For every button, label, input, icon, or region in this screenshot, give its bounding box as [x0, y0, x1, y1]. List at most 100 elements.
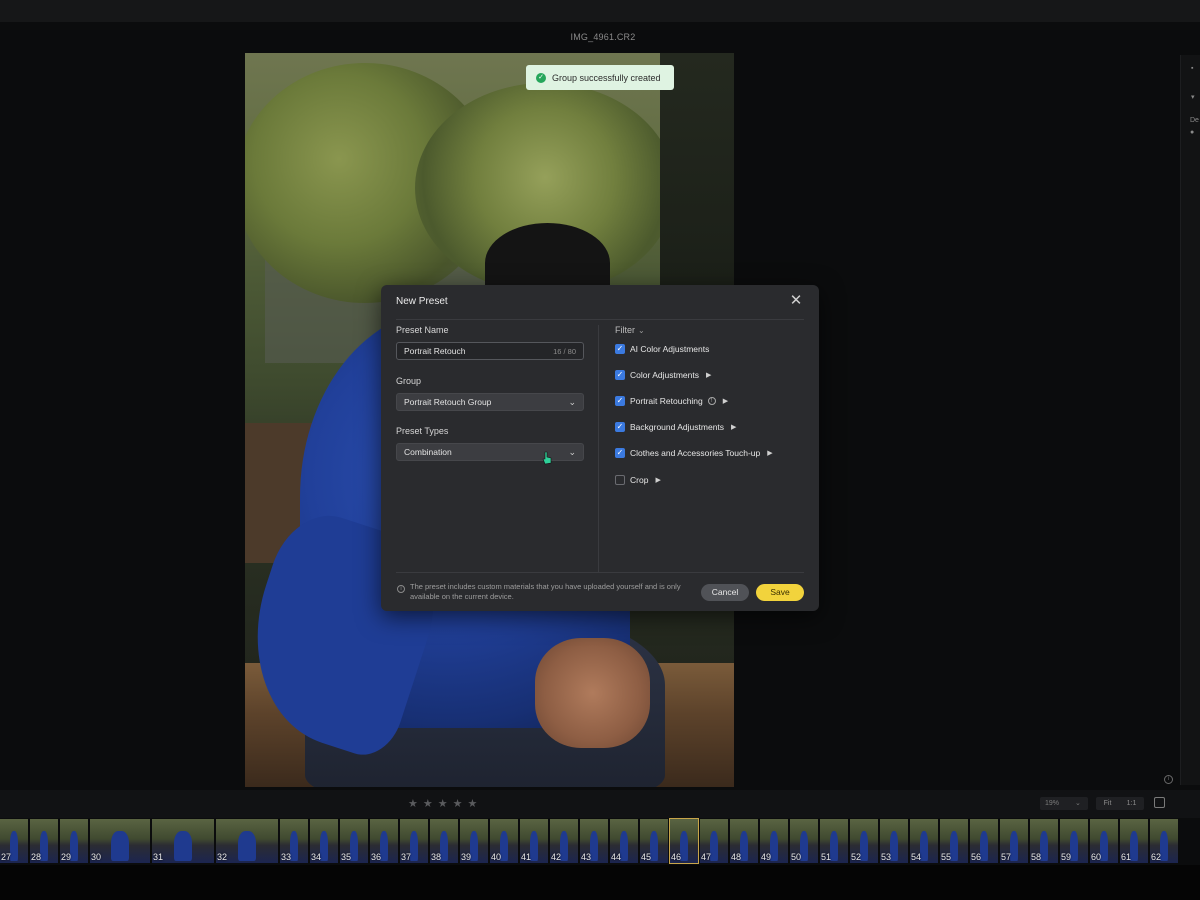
expand-arrow-icon[interactable]: ▶ [723, 397, 728, 405]
compare-view-icon[interactable] [1154, 797, 1165, 808]
checkbox-checked-icon[interactable]: ✓ [615, 396, 625, 406]
filmstrip-thumbnail[interactable]: 57 [1000, 819, 1028, 863]
right-panel-edge: ▪ ▾ De ● [1180, 55, 1200, 785]
frame-number: 59 [1061, 852, 1072, 862]
frame-number: 35 [341, 852, 352, 862]
divider [396, 319, 804, 320]
filmstrip-thumbnail[interactable]: 62 [1150, 819, 1178, 863]
thumbnail-image [379, 831, 389, 861]
filmstrip-thumbnail[interactable]: 34 [310, 819, 338, 863]
chevron-down-icon: ⌄ [638, 325, 645, 335]
filmstrip-thumbnail[interactable]: 52 [850, 819, 878, 863]
frame-number: 48 [731, 852, 742, 862]
preset-name-value: Portrait Retouch [404, 346, 466, 356]
filmstrip-thumbnail[interactable]: 39 [460, 819, 488, 863]
preset-types-select[interactable]: Combination ⌄ [396, 443, 584, 461]
filmstrip-thumbnail[interactable]: 31 [152, 819, 214, 863]
filter-toggle[interactable]: Filter ⌄ [615, 325, 645, 335]
filmstrip-thumbnail[interactable]: 44 [610, 819, 638, 863]
group-select[interactable]: Portrait Retouch Group ⌄ [396, 393, 584, 411]
filmstrip-thumbnail[interactable]: 27 [0, 819, 28, 863]
info-icon[interactable]: ! [707, 397, 716, 405]
thumbnail-image [1039, 831, 1049, 861]
filmstrip-thumbnail[interactable]: 35 [340, 819, 368, 863]
expand-arrow-icon[interactable]: ▶ [655, 476, 660, 484]
filmstrip-thumbnail[interactable]: 28 [30, 819, 58, 863]
checkbox-checked-icon[interactable]: ✓ [615, 344, 625, 354]
expand-arrow-icon[interactable]: ▶ [706, 371, 711, 379]
preset-name-input[interactable]: Portrait Retouch 16 / 80 [396, 342, 584, 360]
filmstrip-thumbnail[interactable]: 29 [60, 819, 88, 863]
checkbox-unchecked-icon[interactable] [615, 475, 625, 485]
filmstrip-thumbnail[interactable]: 45 [640, 819, 668, 863]
thumbnail-image [349, 831, 359, 861]
filmstrip-thumbnail[interactable]: 56 [970, 819, 998, 863]
hand-cursor-icon [542, 451, 552, 465]
filter-option-color[interactable]: ✓ Color Adjustments ▶ [615, 370, 711, 380]
expand-arrow-icon[interactable]: ▶ [731, 423, 736, 431]
cancel-button[interactable]: Cancel [701, 584, 749, 601]
fit-button[interactable]: Fit [1104, 797, 1112, 810]
filter-option-clothes[interactable]: ✓ Clothes and Accessories Touch-up ▶ [615, 448, 773, 458]
thumbnail-image [409, 831, 419, 861]
option-label: Clothes and Accessories Touch-up [630, 448, 761, 458]
filmstrip-thumbnail[interactable]: 51 [820, 819, 848, 863]
frame-number: 53 [881, 852, 892, 862]
checkbox-checked-icon[interactable]: ✓ [615, 448, 625, 458]
filmstrip-thumbnail[interactable]: 46 [669, 818, 699, 864]
filter-option-background[interactable]: ✓ Background Adjustments ▶ [615, 422, 736, 432]
frame-number: 61 [1121, 852, 1132, 862]
filmstrip-thumbnail[interactable]: 55 [940, 819, 968, 863]
filter-option-crop[interactable]: Crop ▶ [615, 475, 661, 485]
frame-number: 42 [551, 852, 562, 862]
preset-name-label: Preset Name [396, 325, 449, 335]
filter-option-ai-color[interactable]: ✓ AI Color Adjustments [615, 344, 709, 354]
filmstrip-thumbnail[interactable]: 42 [550, 819, 578, 863]
star-rating[interactable]: ★★★★★ [408, 797, 482, 810]
filmstrip-thumbnail[interactable]: 59 [1060, 819, 1088, 863]
filmstrip-thumbnail[interactable]: 60 [1090, 819, 1118, 863]
preset-types-value: Combination [404, 447, 452, 457]
info-icon[interactable]: i [1164, 775, 1173, 784]
thumbnail-image [111, 831, 129, 861]
thumbnail-image [889, 831, 899, 861]
filmstrip-thumbnail[interactable]: 33 [280, 819, 308, 863]
filmstrip-thumbnail[interactable]: 32 [216, 819, 278, 863]
filmstrip-thumbnail[interactable]: 38 [430, 819, 458, 863]
filmstrip-thumbnail[interactable]: 61 [1120, 819, 1148, 863]
checkbox-checked-icon[interactable]: ✓ [615, 370, 625, 380]
filmstrip-thumbnail[interactable]: 50 [790, 819, 818, 863]
expand-arrow-icon[interactable]: ▶ [767, 449, 772, 457]
chevron-down-icon: ⌄ [568, 446, 576, 457]
frame-number: 39 [461, 852, 472, 862]
frame-number: 50 [791, 852, 802, 862]
filter-option-portrait[interactable]: ✓ Portrait Retouching ! ▶ [615, 396, 728, 406]
filmstrip-thumbnail[interactable]: 36 [370, 819, 398, 863]
filmstrip-thumbnail[interactable]: 53 [880, 819, 908, 863]
option-label: Color Adjustments [630, 370, 699, 380]
thumbnail-image [979, 831, 989, 861]
filmstrip-thumbnail[interactable]: 48 [730, 819, 758, 863]
thumbnail-image [919, 831, 929, 861]
filmstrip-thumbnail[interactable]: 30 [90, 819, 150, 863]
checkbox-checked-icon[interactable]: ✓ [615, 422, 625, 432]
frame-number: 60 [1091, 852, 1102, 862]
filmstrip-thumbnail[interactable]: 58 [1030, 819, 1058, 863]
frame-number: 43 [581, 852, 592, 862]
save-button[interactable]: Save [756, 584, 804, 601]
close-icon[interactable]: ✕ [789, 293, 803, 308]
thumbnail-image [1069, 831, 1079, 861]
filmstrip-thumbnail[interactable]: 49 [760, 819, 788, 863]
one-to-one-button[interactable]: 1:1 [1127, 797, 1137, 810]
filmstrip-thumbnail[interactable]: 54 [910, 819, 938, 863]
thumbnail-image [1099, 831, 1109, 861]
frame-number: 29 [61, 852, 72, 862]
info-icon: i [397, 585, 405, 593]
filmstrip-thumbnail[interactable]: 41 [520, 819, 548, 863]
filmstrip-thumbnail[interactable]: 43 [580, 819, 608, 863]
filmstrip-thumbnail[interactable]: 47 [700, 819, 728, 863]
filmstrip-thumbnail[interactable]: 40 [490, 819, 518, 863]
filmstrip-thumbnail[interactable]: 37 [400, 819, 428, 863]
thumbnail-image [1129, 831, 1139, 861]
zoom-select[interactable]: 19% ⌄ [1040, 797, 1088, 810]
